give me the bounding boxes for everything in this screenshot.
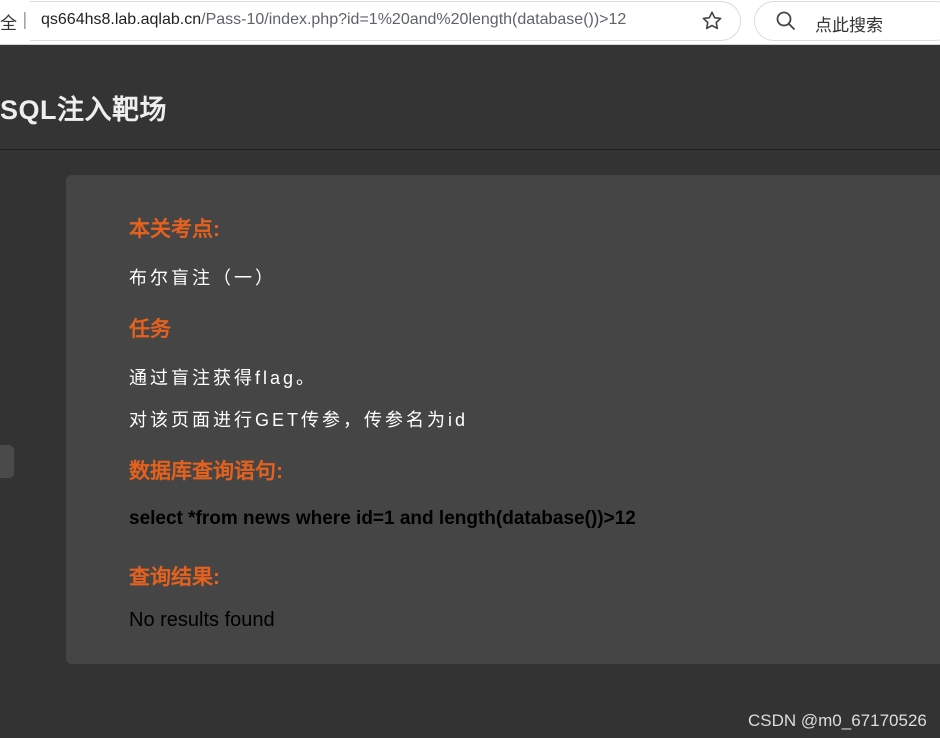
security-indicator[interactable]: 全 bbox=[0, 9, 17, 34]
site-header: SQL注入靶场 bbox=[0, 45, 940, 150]
address-bar[interactable]: qs664hs8.lab.aqlab.cn/Pass-10/index.php?… bbox=[30, 1, 741, 41]
url-path: /Pass-10/index.php?id=1%20and%20length(d… bbox=[201, 11, 627, 28]
query-heading: 数据库查询语句: bbox=[129, 460, 283, 483]
search-box[interactable]: 点此搜索 bbox=[754, 1, 940, 41]
search-icon[interactable] bbox=[775, 10, 797, 32]
side-tab[interactable] bbox=[0, 445, 14, 478]
site-title[interactable]: SQL注入靶场 bbox=[0, 88, 167, 127]
result-text: No results found bbox=[129, 609, 275, 631]
url-text[interactable]: qs664hs8.lab.aqlab.cn/Pass-10/index.php?… bbox=[41, 11, 626, 29]
url-host: qs664hs8.lab.aqlab.cn bbox=[41, 11, 202, 28]
topic-text: 布尔盲注（一） bbox=[129, 268, 276, 288]
task-line: 通过盲注获得flag。 bbox=[129, 368, 318, 388]
result-heading: 查询结果: bbox=[129, 566, 220, 589]
task-heading: 任务 bbox=[129, 318, 171, 341]
browser-toolbar: 全 | qs664hs8.lab.aqlab.cn/Pass-10/index.… bbox=[0, 0, 940, 45]
search-placeholder: 点此搜索 bbox=[815, 16, 883, 36]
bookmark-star-icon[interactable] bbox=[700, 9, 724, 33]
topic-heading: 本关考点: bbox=[129, 218, 220, 241]
task-line: 对该页面进行GET传参，传参名为id bbox=[129, 410, 469, 430]
csdn-watermark: CSDN @m0_67170526 bbox=[748, 711, 927, 730]
query-text: select *from news where id=1 and length(… bbox=[129, 508, 636, 529]
address-separator: | bbox=[22, 10, 28, 30]
challenge-panel: 本关考点: 布尔盲注（一） 任务 通过盲注获得flag。 对该页面进行GET传参… bbox=[66, 175, 940, 664]
